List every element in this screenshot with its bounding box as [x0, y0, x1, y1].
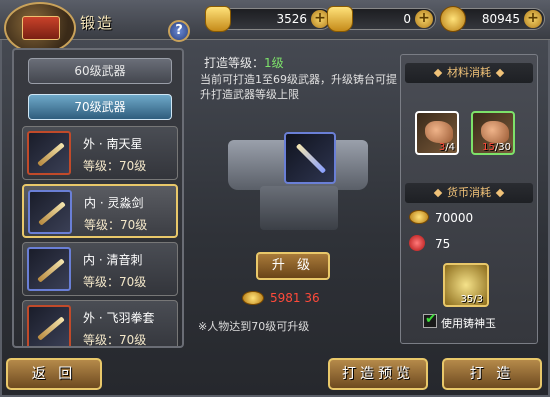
casting-jade-slot[interactable]: 35/3 — [443, 263, 489, 307]
currency-value: 0 — [403, 12, 411, 26]
forge-panel: 打造等级：1级 当前可打造1至69级武器，升级铸台可提升打造武器等级上限 升 级… — [192, 54, 397, 344]
weapon-list-panel: 60级武器 70级武器 外 · 南天星 等级：70级 内 · 灵淼剑 等级：70… — [12, 48, 184, 348]
currency-coin: 80945 + — [440, 6, 545, 32]
weapon-level: 等级：70级 — [84, 218, 148, 232]
coin-cost-value: 70000 — [435, 211, 474, 225]
material-slot-2[interactable]: 15/30 — [471, 111, 515, 155]
jade-count: 35/3 — [460, 294, 483, 305]
materials-title: 材料消耗 — [405, 63, 533, 83]
forge-level-label: 打造等级： — [204, 56, 265, 70]
red-orb-icon — [409, 235, 425, 251]
category-70-button[interactable]: 70级武器 — [28, 94, 172, 120]
selected-weapon-slot[interactable] — [284, 132, 336, 184]
weapon-name: 外 · 飞羽拳套 — [83, 311, 155, 325]
gold-bag-icon — [327, 6, 353, 32]
forge-level: 打造等级：1级 — [204, 54, 284, 71]
forge-badge-icon — [4, 2, 76, 54]
dagger-icon — [27, 247, 71, 291]
sword-icon — [27, 131, 71, 175]
weapon-item[interactable]: 外 · 飞羽拳套 等级：70级 — [22, 300, 178, 347]
material-count: 15/30 — [482, 142, 511, 153]
currency-gold-ingot: 3526 + — [205, 6, 332, 32]
forge-preview-button[interactable]: 打造预览 — [328, 358, 428, 390]
material-count: 3/4 — [438, 142, 455, 153]
material-slot-1[interactable]: 3/4 — [415, 111, 459, 155]
ore-icon — [481, 121, 509, 143]
upgrade-cost-value: 5981 36 — [270, 291, 320, 305]
weapon-name: 外 · 南天星 — [83, 137, 143, 151]
coin-icon — [409, 210, 429, 224]
currency-gold-bag: 0 + — [327, 6, 436, 32]
help-button[interactable]: ? — [168, 20, 190, 42]
weapon-level: 等级：70级 — [83, 275, 147, 289]
check-icon: ✔ — [425, 311, 437, 327]
upgrade-note: ※人物达到70级可升级 — [198, 320, 310, 333]
top-bar: 锻造 ? 3526 + 0 + 80945 + — [0, 0, 550, 54]
weapon-item[interactable]: 内 · 清音刺 等级：70级 — [22, 242, 178, 296]
checkbox[interactable]: ✔ — [423, 311, 437, 328]
cost-panel: 材料消耗 3/4 15/30 货币消耗 70000 75 35/3 ✔ 使用铸神… — [400, 54, 538, 344]
weapon-name: 内 · 清音刺 — [83, 253, 143, 267]
weapon-item[interactable]: 外 · 南天星 等级：70级 — [22, 126, 178, 180]
use-jade-label: 使用铸神玉 — [441, 317, 496, 330]
category-60-button[interactable]: 60级武器 — [28, 58, 172, 84]
back-button[interactable]: 返 回 — [6, 358, 102, 390]
sword-icon — [28, 190, 72, 234]
ore-icon — [425, 121, 453, 143]
coin-icon — [440, 6, 466, 32]
forge-description: 当前可打造1至69级武器，升级铸台可提升打造武器等级上限 — [200, 73, 397, 101]
upgrade-button[interactable]: 升 级 — [256, 252, 330, 280]
forge-button[interactable]: 打 造 — [442, 358, 542, 390]
coin-icon — [242, 291, 264, 305]
gauntlet-icon — [27, 305, 71, 346]
add-gold-bag-button[interactable]: + — [415, 10, 433, 28]
currency-value: 3526 — [276, 12, 307, 26]
currency-cost-title: 货币消耗 — [405, 183, 533, 203]
gold-ingot-icon — [205, 6, 231, 32]
weapon-item-selected[interactable]: 内 · 灵淼剑 等级：70级 — [22, 184, 178, 238]
weapon-level: 等级：70级 — [83, 159, 147, 173]
add-coin-button[interactable]: + — [524, 10, 542, 28]
weapon-level: 等级：70级 — [83, 333, 147, 347]
currency-value: 80945 — [481, 12, 520, 26]
weapon-name: 内 · 灵淼剑 — [84, 196, 144, 210]
page-title: 锻造 — [80, 14, 115, 32]
forge-level-value: 1级 — [264, 56, 284, 70]
anvil-image — [208, 126, 388, 236]
orb-cost-value: 75 — [435, 237, 451, 251]
